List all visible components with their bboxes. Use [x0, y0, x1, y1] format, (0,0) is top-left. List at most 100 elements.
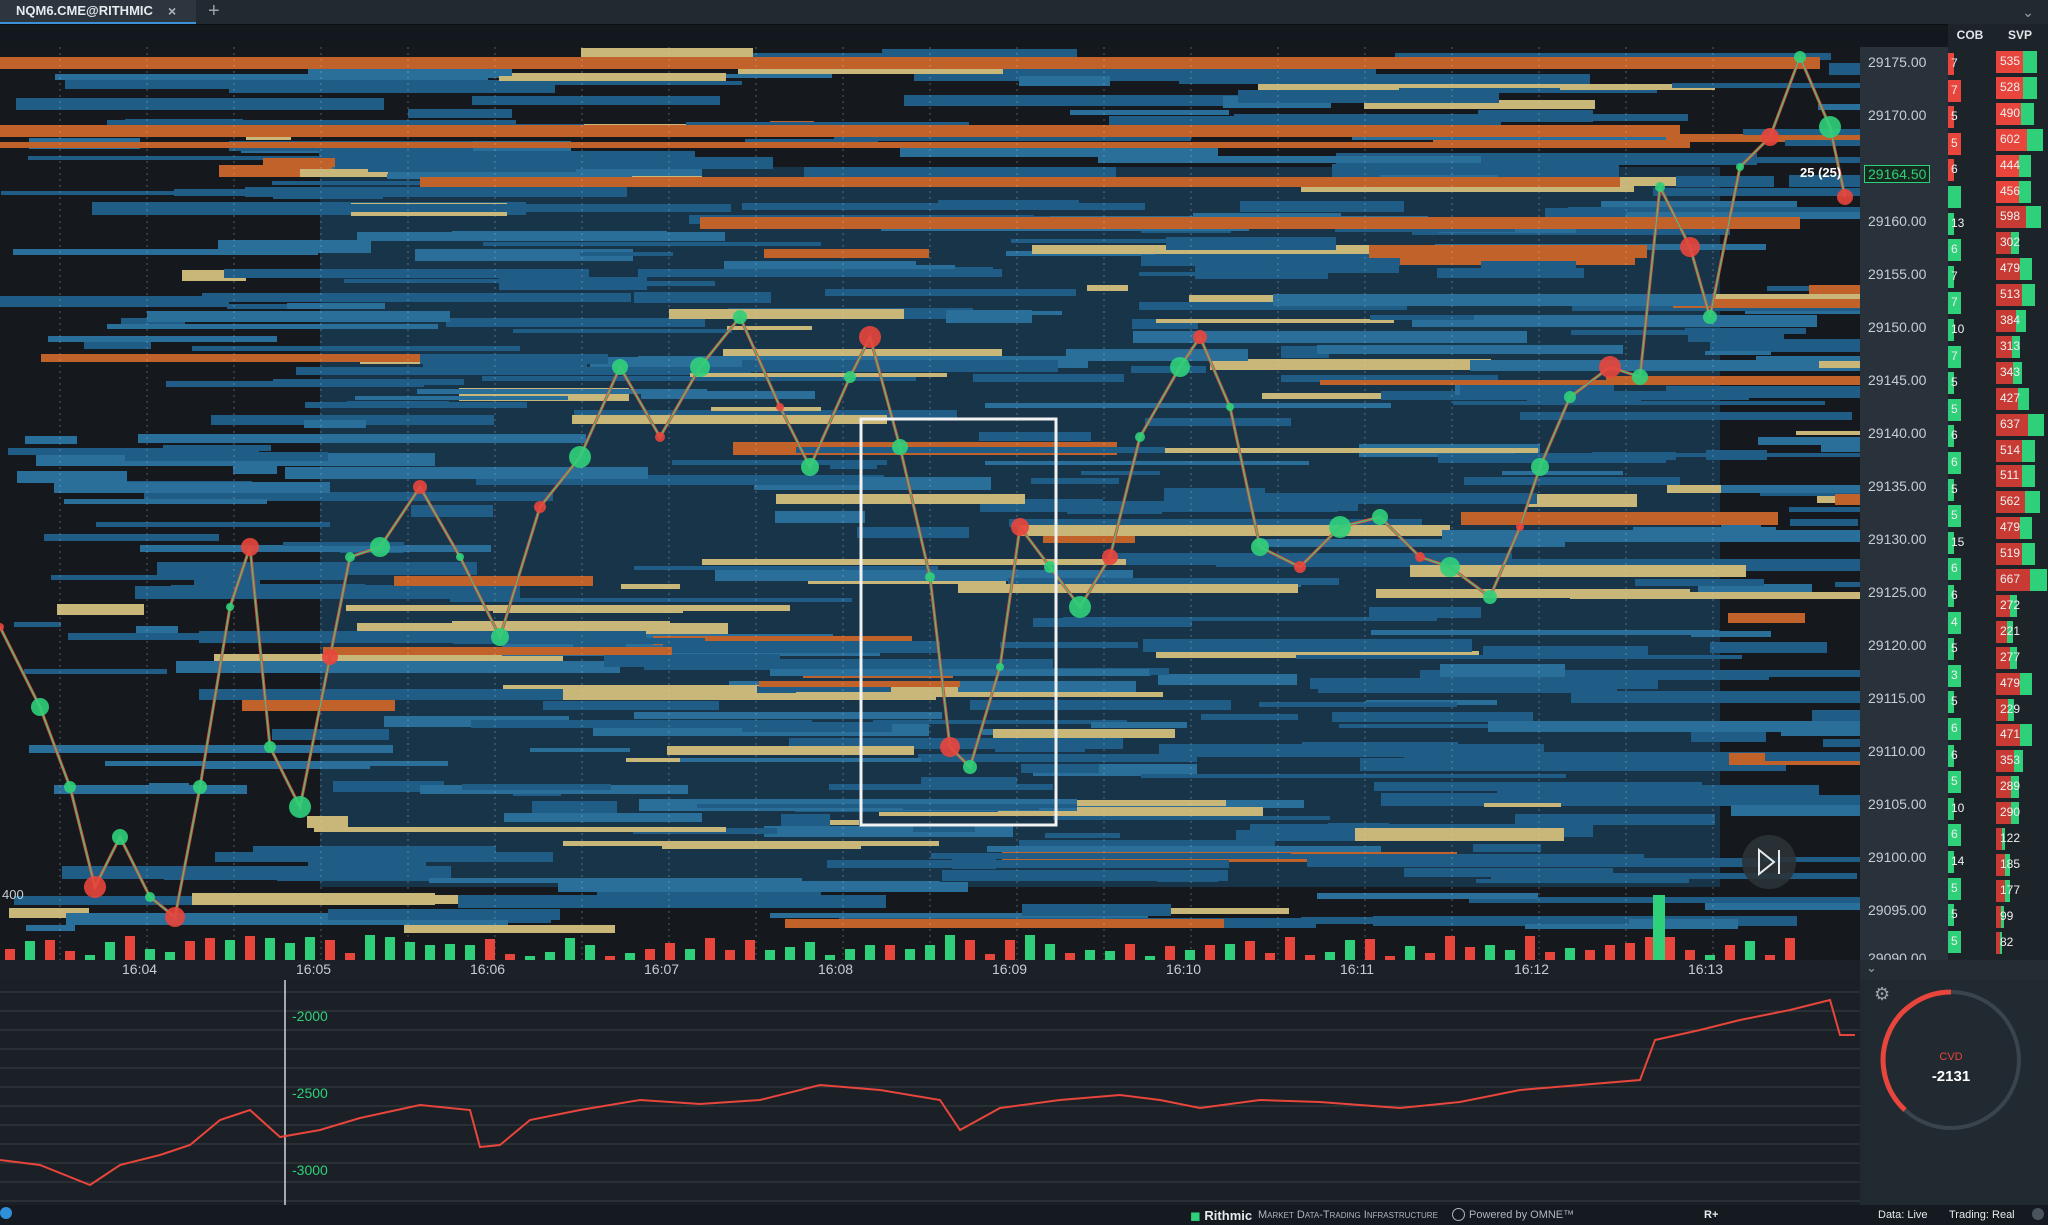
trade-bubble	[733, 310, 747, 324]
cvd-indicator-panel[interactable]: -2000 -2500 -3000	[0, 980, 1860, 1205]
svp-value: 272	[2000, 597, 2021, 612]
current-qty-badge: 25 (25)	[1800, 165, 1841, 180]
price-axis[interactable]: 29175.00 29170.00 29164.50 29160.00 29155.00…	[1860, 47, 1948, 966]
price-label: 29110.00	[1868, 743, 1926, 759]
trade-bubble	[1294, 561, 1306, 573]
trade-bubble	[1655, 182, 1665, 192]
svp-bar-bid	[2022, 439, 2035, 462]
chevron-down-icon[interactable]: ⌄	[1866, 960, 1877, 976]
svp-bar-bid	[2025, 491, 2040, 514]
svp-value: 99	[2000, 908, 2014, 923]
svp-value: 82	[2000, 934, 2014, 949]
svp-value: 667	[2000, 572, 2021, 586]
cob-value: 10	[1951, 800, 1965, 815]
cob-value: 3	[1951, 667, 1958, 682]
skip-to-end-button[interactable]	[1742, 835, 1796, 889]
cvd-line	[0, 998, 1855, 1187]
price-label: 29160.00	[1868, 213, 1927, 229]
tab-bar: NQM6.CME@RITHMIC × + ⌄	[0, 0, 2048, 25]
svp-value: 302	[2000, 235, 2021, 250]
svp-bar-bid	[2020, 724, 2032, 747]
cvd-axis-label: -2000	[292, 1008, 328, 1024]
left-volume-label: 400	[2, 887, 24, 902]
cob-value: 5	[1951, 774, 1958, 789]
trade-bubble	[1599, 356, 1621, 378]
price-label: 29120.00	[1868, 637, 1927, 653]
heatmap-svg: 400 25 (25)	[0, 47, 1860, 960]
gauge-label: CVD	[1939, 1051, 1962, 1063]
trade-bubble	[1632, 369, 1648, 385]
trade-bubble	[1372, 509, 1388, 525]
svp-value: 479	[2000, 520, 2021, 535]
svp-bar-bid	[2020, 672, 2032, 695]
trade-bubble	[776, 403, 784, 411]
price-label: 29140.00	[1868, 425, 1927, 441]
cvd-axis-label: -3000	[292, 1162, 328, 1178]
svp-value: 277	[2000, 649, 2021, 664]
svp-value: 444	[2000, 157, 2021, 172]
trade-bubble	[193, 780, 207, 794]
time-label: 16:07	[644, 961, 680, 977]
cob-value: 6	[1951, 242, 1958, 257]
price-label: 29130.00	[1868, 531, 1927, 547]
time-label: 16:08	[818, 961, 854, 977]
trade-bubble	[1415, 552, 1425, 562]
svp-value: 290	[2000, 805, 2021, 820]
close-icon[interactable]: ×	[168, 0, 176, 22]
svp-header: SVP	[1992, 24, 2048, 47]
cob-value: 14	[1951, 854, 1965, 868]
data-status: Data: Live	[1878, 1209, 1928, 1221]
trading-status: Trading: Real	[1949, 1209, 2015, 1221]
cob-value: 7	[1951, 56, 1958, 70]
cob-value: 10	[1951, 322, 1965, 336]
cob-value: 7	[1951, 348, 1958, 363]
add-tab-icon[interactable]: +	[208, 0, 220, 22]
tab-chart[interactable]: NQM6.CME@RITHMIC ×	[0, 0, 196, 24]
cob-value: 5	[1951, 375, 1958, 390]
cob-value: 5	[1951, 109, 1958, 124]
heatmap-chart[interactable]: 400 25 (25)	[0, 47, 1860, 960]
trade-bubble	[1837, 189, 1853, 205]
svp-value: 221	[2000, 623, 2021, 638]
svp-bar-bid	[2022, 284, 2035, 307]
trade-bubble	[996, 663, 1004, 671]
price-label: 29105.00	[1868, 796, 1927, 812]
trade-bubble	[1226, 403, 1234, 411]
trade-bubble	[1251, 538, 1269, 556]
trade-bubble	[1703, 310, 1717, 324]
trade-bubble	[892, 439, 908, 455]
cob-value: 5	[1951, 641, 1958, 656]
trade-bubble	[655, 432, 665, 442]
cob-value: 6	[1951, 561, 1958, 576]
svp-bar-bid	[2022, 543, 2035, 566]
svp-value: 353	[2000, 753, 2021, 768]
trade-bubble	[569, 446, 591, 468]
svp-column: 535 528 490 602 444 456 598 302 479 513 384 313 343 4…	[1992, 47, 2048, 960]
svp-bar-bid	[2030, 569, 2047, 591]
svp-value: 598	[2000, 209, 2021, 224]
svp-value: 513	[2000, 287, 2021, 302]
trade-bubble	[345, 552, 355, 562]
svp-value: 602	[2000, 131, 2021, 146]
chevron-down-icon[interactable]: ⌄	[2022, 0, 2034, 24]
gear-icon[interactable]: ⚙	[1874, 984, 1890, 1005]
svp-value: 343	[2000, 364, 2021, 379]
time-label: 16:06	[470, 961, 506, 977]
svp-value: 535	[2000, 54, 2021, 68]
svp-value: 456	[2000, 183, 2021, 198]
connection-icon	[2032, 1208, 2044, 1220]
trade-bubble	[1011, 518, 1029, 536]
svp-value: 519	[2000, 546, 2021, 561]
trade-bubble	[1736, 163, 1744, 171]
trade-bubble	[1483, 590, 1497, 604]
trade-bubble	[1329, 516, 1351, 538]
time-axis[interactable]: 16:04 16:05 16:06 16:07 16:08 16:09 16:10 16:11…	[0, 960, 1860, 980]
price-label: 29170.00	[1868, 107, 1927, 123]
omne-icon	[1452, 1208, 1465, 1221]
status-bar: ◼ Rithmic Market Data-Trading Infrastruc…	[0, 1205, 2048, 1225]
time-label: 16:09	[992, 961, 1028, 977]
svp-bar-bid	[2028, 413, 2044, 436]
info-icon[interactable]	[0, 1207, 12, 1219]
time-label: 16:04	[122, 961, 158, 977]
rithmic-logo: ◼ Rithmic	[1190, 1208, 1253, 1223]
